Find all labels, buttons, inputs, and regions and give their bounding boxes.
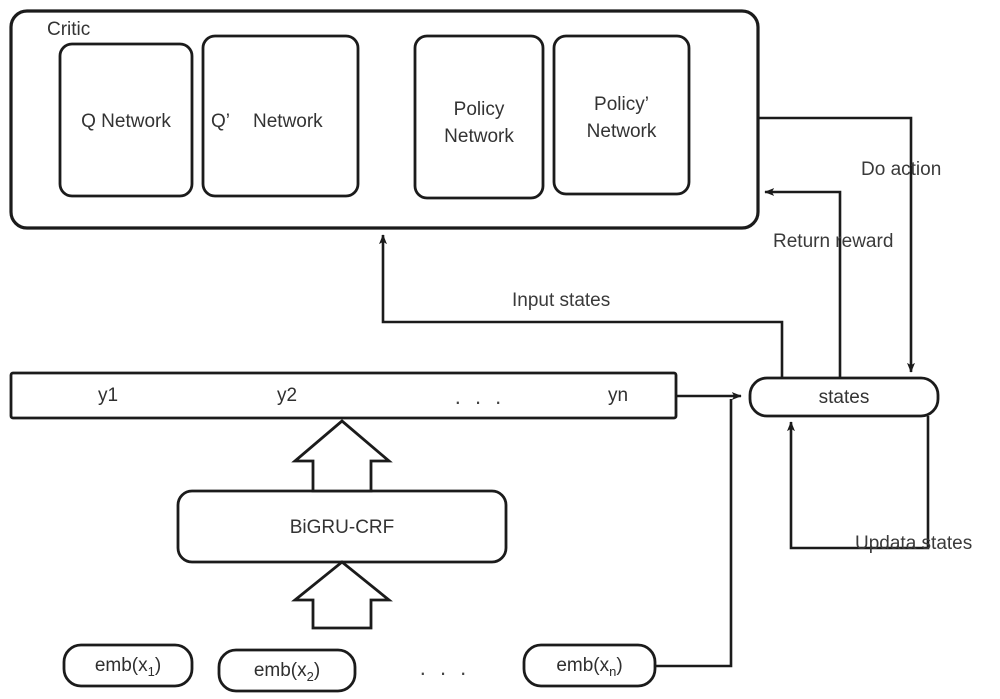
sequence-item-y2: y2 xyxy=(276,385,298,406)
policy-network-label-line2: Network xyxy=(444,126,514,147)
update-states-edge xyxy=(787,416,930,550)
embedding-label-2-prefix: emb(x xyxy=(253,660,307,681)
embedding-label-n: emb(xn) xyxy=(524,655,655,680)
embedding-ellipsis: . . . xyxy=(419,655,471,680)
input-states-label: Input states xyxy=(512,290,611,311)
return-reward-label: Return reward xyxy=(773,231,894,252)
q-target-network-label-network: Network xyxy=(253,111,323,132)
do-action-label: Do action xyxy=(861,159,942,180)
q-target-network-label-prime: Q’ xyxy=(211,111,230,132)
embedding-label-1: emb(x1) xyxy=(64,655,192,680)
sequence-item-yn: yn xyxy=(607,385,629,406)
embedding-label-1-suffix: ) xyxy=(154,655,162,676)
update-states-label: Updata states xyxy=(855,533,973,554)
states-label: states xyxy=(818,387,870,408)
embedding-label-1-sub: 1 xyxy=(147,663,155,679)
embedding-label-2-suffix: ) xyxy=(313,660,321,681)
embedding-label-n-prefix: emb(x xyxy=(556,655,610,676)
q-network-label: Q Network xyxy=(81,111,171,132)
critic-label: Critic xyxy=(47,19,91,40)
policy-network-label-line1: Policy xyxy=(453,99,505,120)
encoder-to-sequence-block-arrow xyxy=(291,419,393,493)
embedding-n-to-states-edge xyxy=(655,399,733,668)
policy-target-network-label-line1: Policy’ xyxy=(594,94,649,115)
sequence-ellipsis: . . . xyxy=(454,384,506,409)
embedding-to-encoder-block-arrow xyxy=(291,560,393,630)
embedding-label-1-prefix: emb(x xyxy=(94,655,148,676)
diagram-canvas: Critic Q Network Q’ Network Policy Netwo… xyxy=(0,0,1000,699)
embedding-label-2: emb(x2) xyxy=(219,660,355,685)
embedding-label-n-suffix: ) xyxy=(616,655,623,676)
return-reward-edge xyxy=(764,188,842,377)
policy-target-network-label-line2: Network xyxy=(586,121,657,142)
bigru-crf-label: BiGRU-CRF xyxy=(289,517,395,538)
sequence-item-y1: y1 xyxy=(97,385,119,406)
embedding-label-2-sub: 2 xyxy=(306,668,314,684)
